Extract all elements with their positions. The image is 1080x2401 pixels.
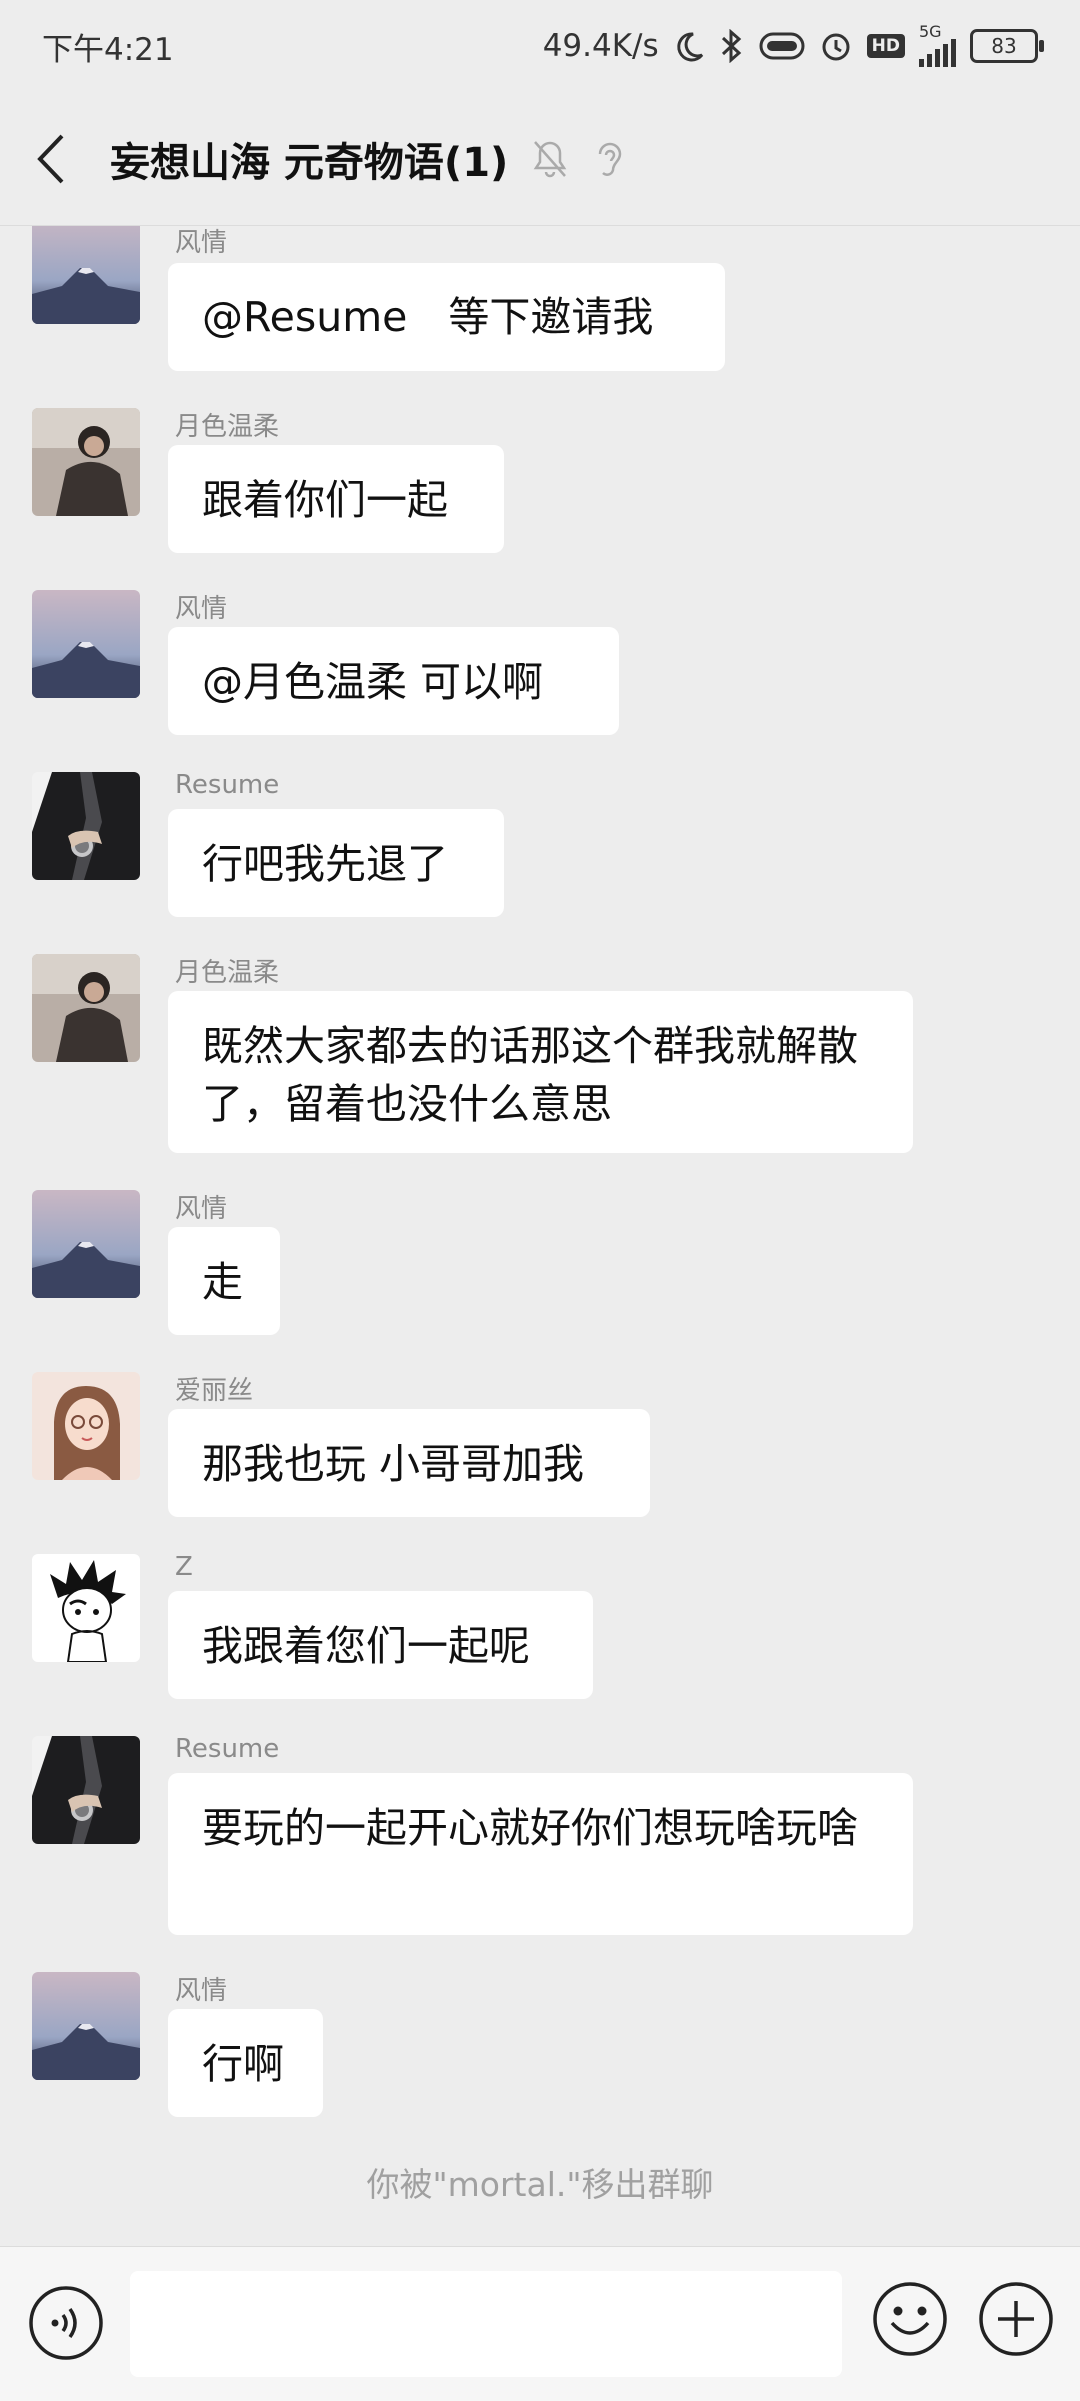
emoji-button[interactable] (870, 2279, 950, 2359)
avatar-mountain[interactable] (32, 590, 140, 698)
alarm-icon (819, 29, 853, 63)
avatar-sketch-boy[interactable] (32, 1554, 140, 1662)
message-bubble[interactable]: 既然大家都去的话那这个群我就解散了，留着也没什么意思 (168, 991, 913, 1153)
plus-icon (979, 2282, 1053, 2356)
avatar-mountain[interactable] (32, 1190, 140, 1298)
message-bubble[interactable]: 要玩的一起开心就好你们想玩啥玩啥 (168, 1773, 913, 1935)
avatar-suit[interactable] (32, 1736, 140, 1844)
avatar-girl-dark[interactable] (32, 954, 140, 1062)
chat-title: 妄想山海 元奇物语(1) (110, 139, 509, 186)
sender-name: 爱丽丝 (175, 1376, 254, 1406)
ear-icon (592, 138, 626, 180)
message-bubble[interactable]: 走 (168, 1227, 280, 1335)
back-button[interactable] (0, 92, 100, 226)
voice-icon (29, 2286, 103, 2360)
sender-name: 月色温柔 (175, 412, 280, 442)
chevron-left-icon (37, 134, 64, 183)
sender-name: Resume (175, 1734, 280, 1764)
message-input[interactable] (130, 2271, 842, 2377)
sender-name: 月色温柔 (175, 958, 280, 988)
avatar-girl-dark[interactable] (32, 408, 140, 516)
sender-name: 风情 (175, 1194, 228, 1224)
sender-name: 风情 (175, 594, 228, 624)
avatar-anime-girl[interactable] (32, 1372, 140, 1480)
chat-header: 妄想山海 元奇物语(1) (0, 92, 1080, 226)
voice-button[interactable] (27, 2284, 105, 2362)
bluetooth-icon (719, 29, 745, 63)
mute-bell-icon (530, 138, 570, 180)
status-icons: 49.4K/s HD 5G 83 (542, 22, 1044, 67)
toggle-icon (759, 32, 805, 60)
more-button[interactable] (976, 2279, 1056, 2359)
hd-icon: HD (866, 34, 905, 58)
message-bubble[interactable]: 跟着你们一起 (168, 445, 504, 553)
status-time: 下午4:21 (42, 31, 174, 68)
emoji-icon (873, 2282, 947, 2356)
status-bar: 下午4:21 49.4K/s HD 5G 83 (0, 0, 1080, 92)
battery-icon: 83 (970, 29, 1044, 63)
signal-icon: 5G (919, 22, 956, 67)
avatar-suit[interactable] (32, 772, 140, 880)
message-bubble[interactable]: 行啊 (168, 2009, 323, 2117)
message-list: 风情 @Resume 等下邀请我 月色温柔 跟着你们一起 风情 @月色温柔 可以… (0, 226, 1080, 2246)
network-type: 5G (919, 22, 942, 41)
message-bubble[interactable]: @月色温柔 可以啊 (168, 627, 619, 735)
message-bubble[interactable]: 我跟着您们一起呢 (168, 1591, 593, 1699)
input-bar (0, 2246, 1080, 2401)
system-notice: 你被"mortal."移出群聊 (366, 2165, 714, 2204)
net-speed: 49.4K/s (542, 28, 659, 64)
message-bubble[interactable]: @Resume 等下邀请我 (168, 263, 725, 371)
sender-name: Z (175, 1552, 193, 1582)
sender-name: 风情 (175, 1976, 228, 2006)
avatar-mountain[interactable] (32, 1972, 140, 2080)
moon-icon (673, 30, 705, 62)
sender-name: Resume (175, 770, 280, 800)
avatar-mountain[interactable] (32, 226, 140, 324)
message-bubble[interactable]: 行吧我先退了 (168, 809, 504, 917)
message-bubble[interactable]: 那我也玩 小哥哥加我 (168, 1409, 650, 1517)
sender-name: 风情 (175, 228, 228, 258)
battery-level: 83 (991, 34, 1017, 58)
